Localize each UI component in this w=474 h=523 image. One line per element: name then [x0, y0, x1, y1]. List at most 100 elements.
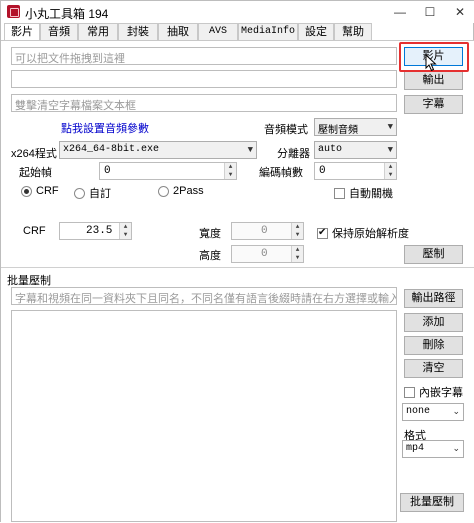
- stepper-arrows[interactable]: ▲ ▼: [291, 246, 303, 262]
- chevron-up-icon[interactable]: ▲: [120, 223, 131, 231]
- window-title: 小丸工具箱 194: [25, 7, 109, 21]
- batch-hint-field[interactable]: 字幕和視頻在同一資料夾下且同名，不同名僅有語言後綴時請在右方選擇或輸入: [11, 287, 397, 305]
- width-value: 0: [261, 225, 268, 237]
- splitter-select[interactable]: auto ▼: [314, 141, 397, 159]
- crf-value: 23.5: [86, 225, 113, 237]
- subtitle-language-value: none: [406, 406, 431, 417]
- chevron-down-icon: ▼: [247, 145, 253, 155]
- chevron-up-icon[interactable]: ▲: [385, 163, 396, 171]
- chevron-down-icon[interactable]: ▼: [385, 171, 396, 179]
- x264-label: x264程式: [11, 148, 57, 160]
- chevron-down-icon[interactable]: ▼: [225, 171, 236, 179]
- height-value: 0: [261, 248, 268, 260]
- mode-2pass-label: 2Pass: [173, 185, 204, 197]
- app-window: 小丸工具箱 194 — ☐ ✕ 影片 音頻 常用 封裝 抽取 AVS Media…: [0, 0, 474, 523]
- batch-section-title: 批量壓制: [7, 275, 51, 287]
- mode-crf-radio[interactable]: CRF: [21, 185, 59, 197]
- chevron-down-icon[interactable]: ▼: [292, 231, 303, 239]
- auto-shutdown-label: 自動關機: [349, 188, 393, 200]
- format-value: mp4: [406, 443, 425, 454]
- video-panel: 可以把文件拖拽到這裡 影片 輸出 雙擊清空字幕檔案文本框 字幕 點我設置音頻參數…: [1, 40, 474, 523]
- format-select[interactable]: mp4 ⌄: [402, 440, 464, 458]
- title-bar: 小丸工具箱 194 — ☐ ✕: [1, 1, 474, 23]
- subtitle-button[interactable]: 字幕: [404, 95, 463, 114]
- start-frame-stepper[interactable]: 0 ▲ ▼: [99, 162, 237, 180]
- tab-mediainfo[interactable]: MediaInfo: [238, 23, 298, 40]
- x264-value: x264_64-8bit.exe: [63, 144, 160, 155]
- stepper-arrows[interactable]: ▲ ▼: [224, 163, 236, 179]
- chevron-up-icon[interactable]: ▲: [225, 163, 236, 171]
- embed-subtitle-label: 內嵌字幕: [419, 387, 463, 399]
- stepper-arrows[interactable]: ▲ ▼: [119, 223, 131, 239]
- video-input-field[interactable]: 可以把文件拖拽到這裡: [11, 47, 397, 65]
- tab-common[interactable]: 常用: [78, 23, 118, 40]
- audio-mode-value: 壓制音頻: [318, 126, 358, 137]
- subtitle-field[interactable]: 雙擊清空字幕檔案文本框: [11, 94, 397, 112]
- output-button[interactable]: 輸出: [404, 71, 463, 90]
- keep-resolution-checkbox[interactable]: 保持原始解析度: [317, 225, 409, 241]
- tab-audio[interactable]: 音頻: [40, 23, 78, 40]
- minimize-icon[interactable]: —: [385, 1, 415, 23]
- tab-settings[interactable]: 設定: [298, 23, 334, 40]
- audio-mode-label: 音頻模式: [264, 124, 308, 136]
- width-label: 寬度: [199, 228, 221, 240]
- chevron-up-icon[interactable]: ▲: [292, 246, 303, 254]
- tab-help[interactable]: 幫助: [334, 23, 372, 40]
- x264-select[interactable]: x264_64-8bit.exe ▼: [59, 141, 257, 159]
- chevron-down-icon[interactable]: ▼: [120, 231, 131, 239]
- chevron-down-icon: ▼: [387, 122, 393, 132]
- close-icon[interactable]: ✕: [445, 1, 474, 23]
- section-divider: [1, 267, 474, 268]
- mode-custom-radio[interactable]: 自訂: [74, 185, 111, 201]
- embed-subtitle-checkbox[interactable]: 內嵌字幕: [404, 384, 463, 400]
- tab-mux[interactable]: 封裝: [118, 23, 158, 40]
- maximize-icon[interactable]: ☐: [415, 1, 445, 23]
- chevron-down-icon[interactable]: ▼: [292, 254, 303, 262]
- auto-shutdown-checkbox[interactable]: 自動關機: [334, 185, 393, 201]
- checkbox-icon: [334, 187, 345, 199]
- encode-frames-label: 編碼幀數: [259, 167, 303, 179]
- encode-frames-stepper[interactable]: 0 ▲ ▼: [314, 162, 397, 180]
- output-field[interactable]: [11, 70, 397, 88]
- chevron-down-icon: ⌄: [452, 407, 460, 417]
- tab-extract[interactable]: 抽取: [158, 23, 198, 40]
- audio-mode-select[interactable]: 壓制音頻 ▼: [314, 118, 397, 137]
- radio-checked-icon: [21, 185, 32, 197]
- radio-icon: [158, 185, 169, 197]
- splitter-label: 分離器: [277, 148, 310, 160]
- subtitle-language-select[interactable]: none ⌄: [402, 403, 464, 421]
- height-label: 高度: [199, 250, 221, 262]
- tab-video[interactable]: 影片: [4, 23, 40, 41]
- audio-settings-link[interactable]: 點我設置音頻參數: [61, 120, 149, 136]
- add-button[interactable]: 添加: [404, 313, 463, 332]
- checkbox-checked-icon: [317, 227, 328, 239]
- keep-resolution-label: 保持原始解析度: [332, 228, 409, 240]
- crf-label: CRF: [23, 225, 46, 237]
- width-stepper[interactable]: 0 ▲ ▼: [231, 222, 304, 240]
- crf-stepper[interactable]: 23.5 ▲ ▼: [59, 222, 132, 240]
- mode-custom-label: 自訂: [89, 188, 111, 200]
- start-frame-value: 0: [104, 165, 111, 177]
- chevron-down-icon: ⌄: [452, 444, 460, 454]
- delete-button[interactable]: 刪除: [404, 336, 463, 355]
- batch-file-list[interactable]: [11, 310, 397, 522]
- tab-avs[interactable]: AVS: [198, 23, 238, 40]
- app-icon: [7, 5, 20, 18]
- splitter-value: auto: [318, 144, 343, 155]
- stepper-arrows[interactable]: ▲ ▼: [384, 163, 396, 179]
- height-stepper[interactable]: 0 ▲ ▼: [231, 245, 304, 263]
- chevron-down-icon: ▼: [387, 145, 393, 155]
- stepper-arrows[interactable]: ▲ ▼: [291, 223, 303, 239]
- mode-2pass-radio[interactable]: 2Pass: [158, 185, 204, 197]
- checkbox-icon: [404, 386, 415, 398]
- output-path-button[interactable]: 輸出路徑: [404, 289, 463, 308]
- mode-crf-label: CRF: [36, 185, 59, 197]
- batch-compress-button[interactable]: 批量壓制: [400, 493, 464, 512]
- compress-button[interactable]: 壓制: [404, 245, 463, 264]
- chevron-up-icon[interactable]: ▲: [292, 223, 303, 231]
- clear-button[interactable]: 清空: [404, 359, 463, 378]
- start-frame-label: 起始幀: [19, 167, 52, 179]
- encode-frames-value: 0: [319, 165, 326, 177]
- radio-icon: [74, 187, 85, 199]
- mouse-cursor-icon: [425, 54, 437, 72]
